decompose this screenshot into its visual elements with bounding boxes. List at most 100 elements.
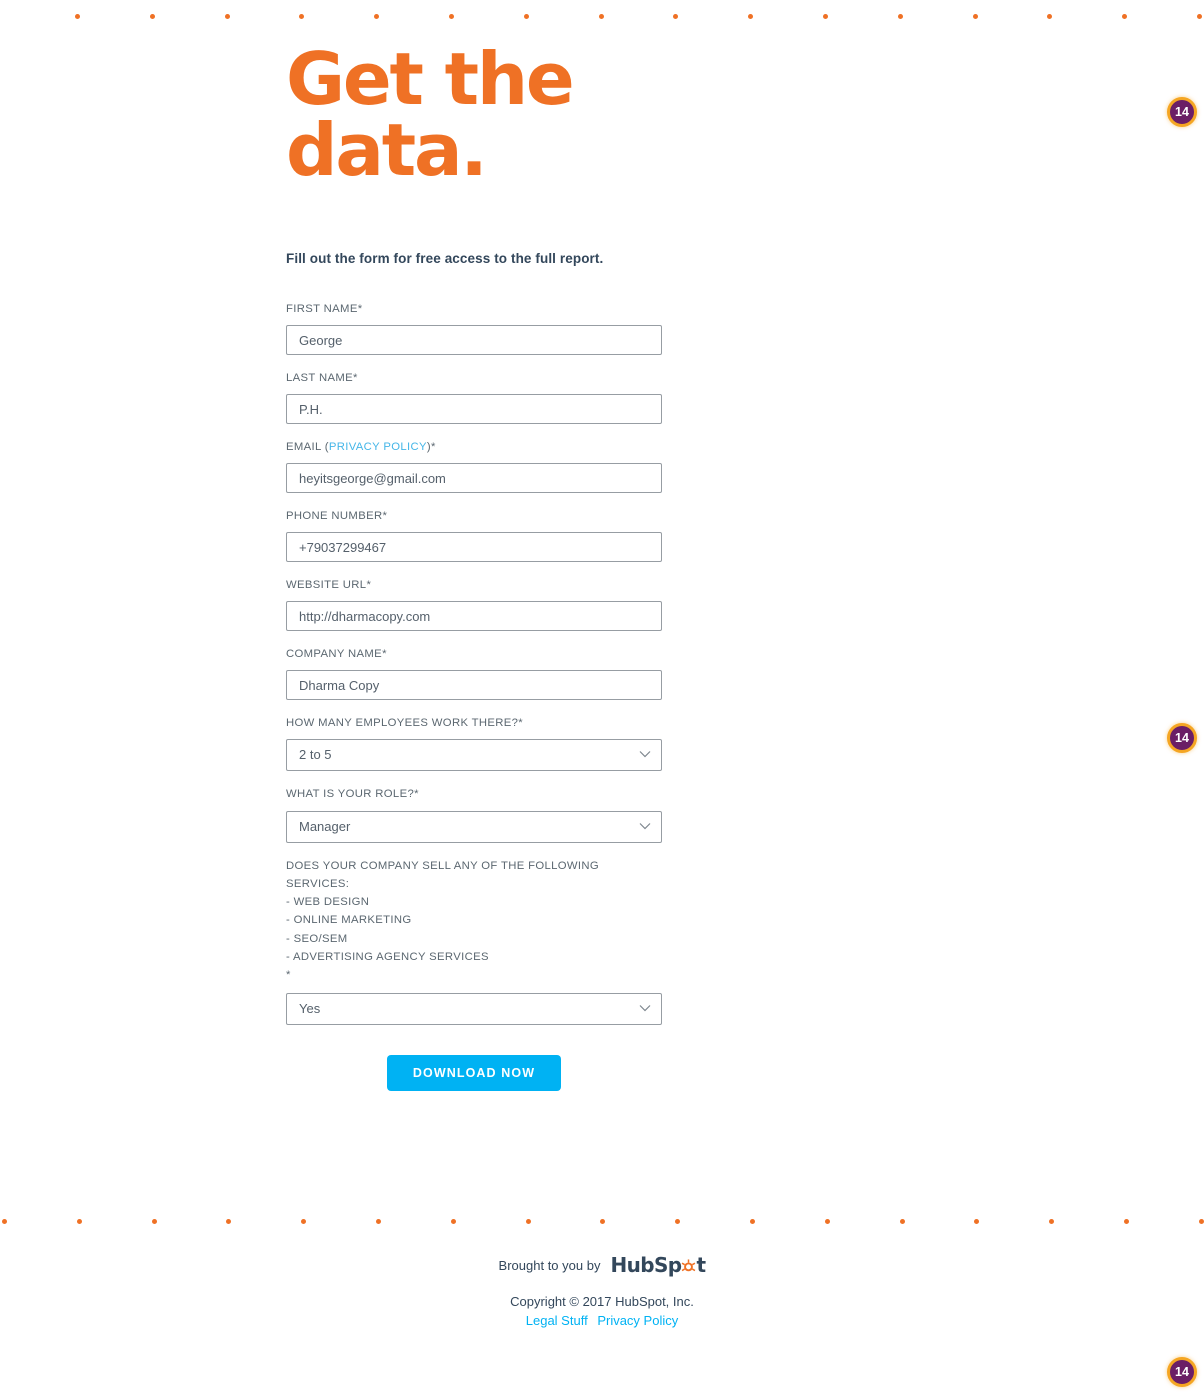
decorative-dot	[75, 14, 80, 19]
decorative-dot	[150, 14, 155, 19]
field-services-sold: DOES YOUR COMPANY SELL ANY OF THE FOLLOW…	[286, 857, 662, 1025]
required-asterisk: *	[382, 648, 387, 661]
legal-stuff-link[interactable]: Legal Stuff	[526, 1313, 588, 1328]
decorative-dot	[301, 1219, 306, 1224]
download-now-button[interactable]: DOWNLOAD NOW	[386, 1054, 562, 1091]
required-asterisk: *	[366, 579, 372, 592]
field-phone-number: PHONE NUMBER*	[286, 507, 662, 563]
decorative-dot	[900, 1219, 905, 1224]
decorative-dot	[600, 1219, 605, 1224]
services-sold-select[interactable]: Yes	[286, 992, 662, 1025]
hero-section: Get the data.	[286, 43, 766, 186]
required-asterisk: *	[518, 717, 524, 730]
email-input[interactable]	[286, 463, 662, 494]
role-value[interactable]: Manager	[286, 810, 662, 843]
label-company-name: COMPANY NAME*	[286, 645, 662, 663]
decorative-dot-row-top	[0, 14, 1204, 20]
required-asterisk: *	[382, 510, 388, 523]
last-name-input[interactable]	[286, 394, 662, 425]
decorative-dot	[449, 14, 454, 19]
badge-count: 14	[1175, 105, 1189, 119]
decorative-dot	[451, 1219, 456, 1224]
hubspot-sprocket-icon	[681, 1255, 696, 1272]
decorative-dot	[376, 1219, 381, 1224]
footer-links: Legal Stuff Privacy Policy	[0, 1313, 1204, 1328]
services-question-line: - WEB DESIGN	[286, 896, 370, 909]
required-asterisk: *	[431, 441, 436, 454]
required-asterisk: *	[352, 372, 358, 385]
field-email: EMAIL (PRIVACY POLICY)*	[286, 438, 662, 494]
services-question-line: DOES YOUR COMPANY SELL ANY OF THE FOLLOW…	[286, 859, 600, 890]
services-question-line: - ONLINE MARKETING	[286, 914, 412, 927]
label-text: EMAIL (	[286, 441, 329, 454]
label-text: PHONE NUMBER	[286, 510, 383, 523]
services-question-line: - SEO/SEM	[286, 932, 348, 945]
decorative-dot	[1197, 14, 1202, 19]
label-text: HOW MANY EMPLOYEES WORK THERE?	[286, 717, 519, 730]
footer: Brought to you by HubSp t Copyright © 20…	[0, 1253, 1204, 1328]
label-text: LAST NAME	[286, 372, 353, 385]
decorative-dot	[673, 14, 678, 19]
required-asterisk: *	[414, 788, 419, 801]
decorative-dot	[1049, 1219, 1054, 1224]
label-services-sold: DOES YOUR COMPANY SELL ANY OF THE FOLLOW…	[286, 857, 662, 985]
decorative-dot	[974, 1219, 979, 1224]
notification-badge-1[interactable]: 14	[1167, 97, 1197, 127]
badge-count: 14	[1175, 731, 1189, 745]
hubspot-logo-text-start: HubSp	[610, 1253, 682, 1277]
decorative-dot	[1047, 14, 1052, 19]
label-text: - ADVERTISING AGENCY SERVICES	[286, 950, 489, 963]
label-text: WEBSITE URL	[286, 579, 367, 592]
privacy-policy-footer-link[interactable]: Privacy Policy	[597, 1313, 678, 1328]
decorative-dot	[77, 1219, 82, 1224]
first-name-input[interactable]	[286, 325, 662, 356]
role-select[interactable]: Manager	[286, 810, 662, 843]
field-first-name: FIRST NAME*	[286, 300, 662, 356]
label-text: WHAT IS YOUR ROLE?	[286, 788, 415, 801]
label-role: WHAT IS YOUR ROLE?*	[286, 785, 662, 803]
label-website-url: WEBSITE URL*	[286, 576, 662, 594]
employee-count-value[interactable]: 2 to 5	[286, 739, 662, 772]
website-url-input[interactable]	[286, 601, 662, 632]
label-text: COMPANY NAME	[286, 648, 383, 661]
phone-number-input[interactable]	[286, 532, 662, 563]
label-first-name: FIRST NAME*	[286, 300, 662, 318]
privacy-policy-link[interactable]: PRIVACY POLICY	[329, 441, 427, 453]
field-website-url: WEBSITE URL*	[286, 576, 662, 632]
decorative-dot	[152, 1219, 157, 1224]
decorative-dot	[225, 14, 230, 19]
services-sold-value[interactable]: Yes	[286, 992, 662, 1025]
decorative-dot	[898, 14, 903, 19]
decorative-dot	[748, 14, 753, 19]
employee-count-select[interactable]: 2 to 5	[286, 739, 662, 772]
decorative-dot	[524, 14, 529, 19]
notification-badge-3[interactable]: 14	[1167, 1357, 1197, 1387]
label-text: FIRST NAME	[286, 303, 358, 315]
label-last-name: LAST NAME*	[286, 369, 662, 387]
decorative-dot	[374, 14, 379, 19]
form-subtitle: Fill out the form for free access to the…	[286, 251, 604, 266]
services-question-line-last: - ADVERTISING AGENCY SERVICES *	[286, 948, 662, 985]
field-employee-count: HOW MANY EMPLOYEES WORK THERE?* 2 to 5	[286, 714, 662, 772]
decorative-dot	[226, 1219, 231, 1224]
brought-to-you-by-line: Brought to you by HubSp t	[0, 1253, 1204, 1277]
lead-capture-form: FIRST NAME* LAST NAME* EMAIL (PRIVACY PO…	[286, 300, 662, 1091]
company-name-input[interactable]	[286, 670, 662, 701]
badge-count: 14	[1175, 1365, 1189, 1379]
brought-to-you-by-text: Brought to you by	[498, 1257, 601, 1273]
decorative-dot	[526, 1219, 531, 1224]
decorative-dot	[750, 1219, 755, 1224]
decorative-dot-row-bottom	[0, 1219, 1204, 1225]
decorative-dot	[973, 14, 978, 19]
decorative-dot	[599, 14, 604, 19]
label-phone-number: PHONE NUMBER*	[286, 507, 662, 525]
decorative-dot	[823, 14, 828, 19]
field-role: WHAT IS YOUR ROLE?* Manager	[286, 785, 662, 843]
label-employee-count: HOW MANY EMPLOYEES WORK THERE?*	[286, 714, 662, 732]
required-asterisk: *	[357, 303, 363, 315]
notification-badge-2[interactable]: 14	[1167, 723, 1197, 753]
hubspot-logo-text-end: t	[696, 1253, 706, 1277]
field-last-name: LAST NAME*	[286, 369, 662, 425]
decorative-dot	[825, 1219, 830, 1224]
decorative-dot	[1124, 1219, 1129, 1224]
